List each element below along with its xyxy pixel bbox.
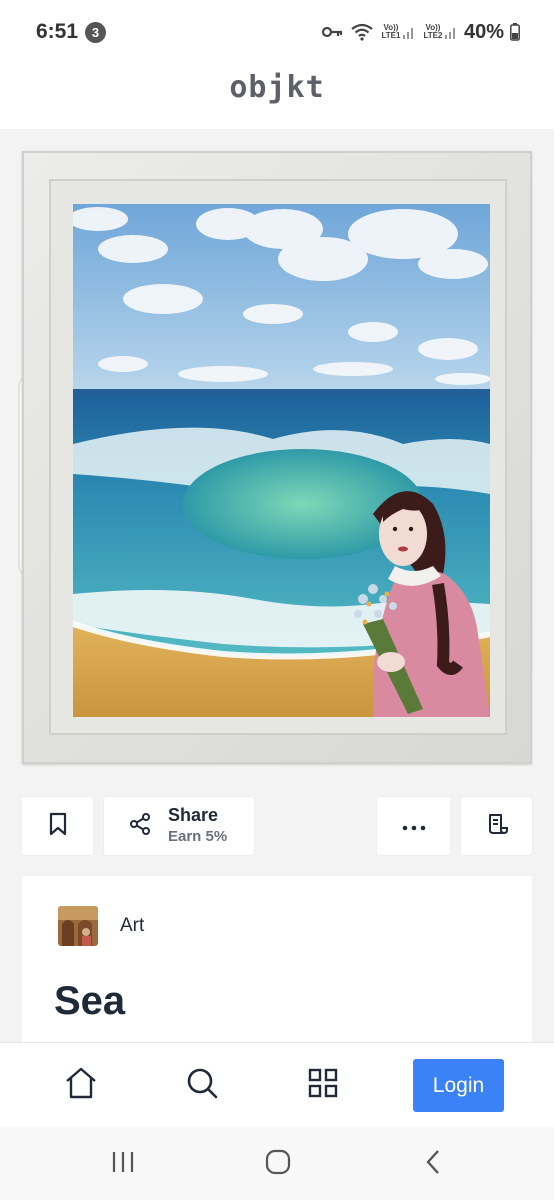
- artwork-preview: [0, 129, 554, 787]
- system-navigation-bar: [0, 1127, 554, 1200]
- status-icons: Vo)) LTE1 Vo)) LTE2 40%: [321, 18, 520, 46]
- notification-count-badge: 3: [85, 22, 106, 43]
- system-home-button[interactable]: [258, 1147, 298, 1181]
- details-button[interactable]: [461, 797, 532, 855]
- signal-icon: Vo)) LTE1: [380, 24, 416, 40]
- battery-percent: 40%: [463, 20, 504, 43]
- collection-link[interactable]: Art: [58, 906, 144, 946]
- share-button[interactable]: Share Earn 5%: [104, 797, 254, 855]
- key-icon: [321, 25, 344, 39]
- recents-icon: [110, 1150, 136, 1178]
- bottom-navigation: Login: [0, 1042, 554, 1127]
- sim1-label: Vo)) LTE1: [381, 23, 401, 40]
- collection-name: Art: [120, 915, 145, 936]
- nav-grid-button[interactable]: [303, 1065, 343, 1105]
- bookmark-icon: [47, 811, 69, 841]
- share-icon: [128, 812, 152, 840]
- login-button[interactable]: Login: [413, 1059, 504, 1112]
- battery-icon: [510, 23, 520, 41]
- status-time: 6:51: [36, 20, 79, 43]
- nav-home-button[interactable]: [61, 1065, 101, 1105]
- back-button[interactable]: [413, 1147, 453, 1181]
- wifi-icon: [350, 22, 374, 42]
- collection-avatar: [58, 906, 98, 946]
- recents-button[interactable]: [103, 1147, 143, 1181]
- app-header: objkt: [0, 62, 554, 129]
- more-horizontal-icon: [402, 817, 426, 836]
- artwork-info-card: Art Sea: [22, 876, 532, 1056]
- document-icon: [485, 812, 509, 840]
- share-earn-label: Earn 5%: [168, 828, 228, 845]
- share-label: Share: [168, 805, 219, 825]
- share-text: Share Earn 5%: [168, 805, 227, 847]
- chevron-left-icon: [424, 1149, 442, 1179]
- more-options-button[interactable]: [377, 797, 450, 855]
- home-circle-icon: [265, 1149, 291, 1179]
- objkt-logo[interactable]: objkt: [0, 70, 554, 105]
- bookmark-button[interactable]: [22, 797, 93, 855]
- home-icon: [63, 1066, 99, 1104]
- search-icon: [185, 1066, 219, 1104]
- signal-icon: Vo)) LTE2: [422, 24, 458, 40]
- grid-icon: [308, 1068, 338, 1102]
- status-bar: 6:51 3 Vo)) LTE1 Vo)) LTE2 40%: [0, 0, 554, 62]
- artwork-title: Sea: [54, 979, 126, 1023]
- sim2-label: Vo)) LTE2: [423, 23, 443, 40]
- artwork-image[interactable]: [73, 204, 490, 717]
- nav-search-button[interactable]: [182, 1065, 222, 1105]
